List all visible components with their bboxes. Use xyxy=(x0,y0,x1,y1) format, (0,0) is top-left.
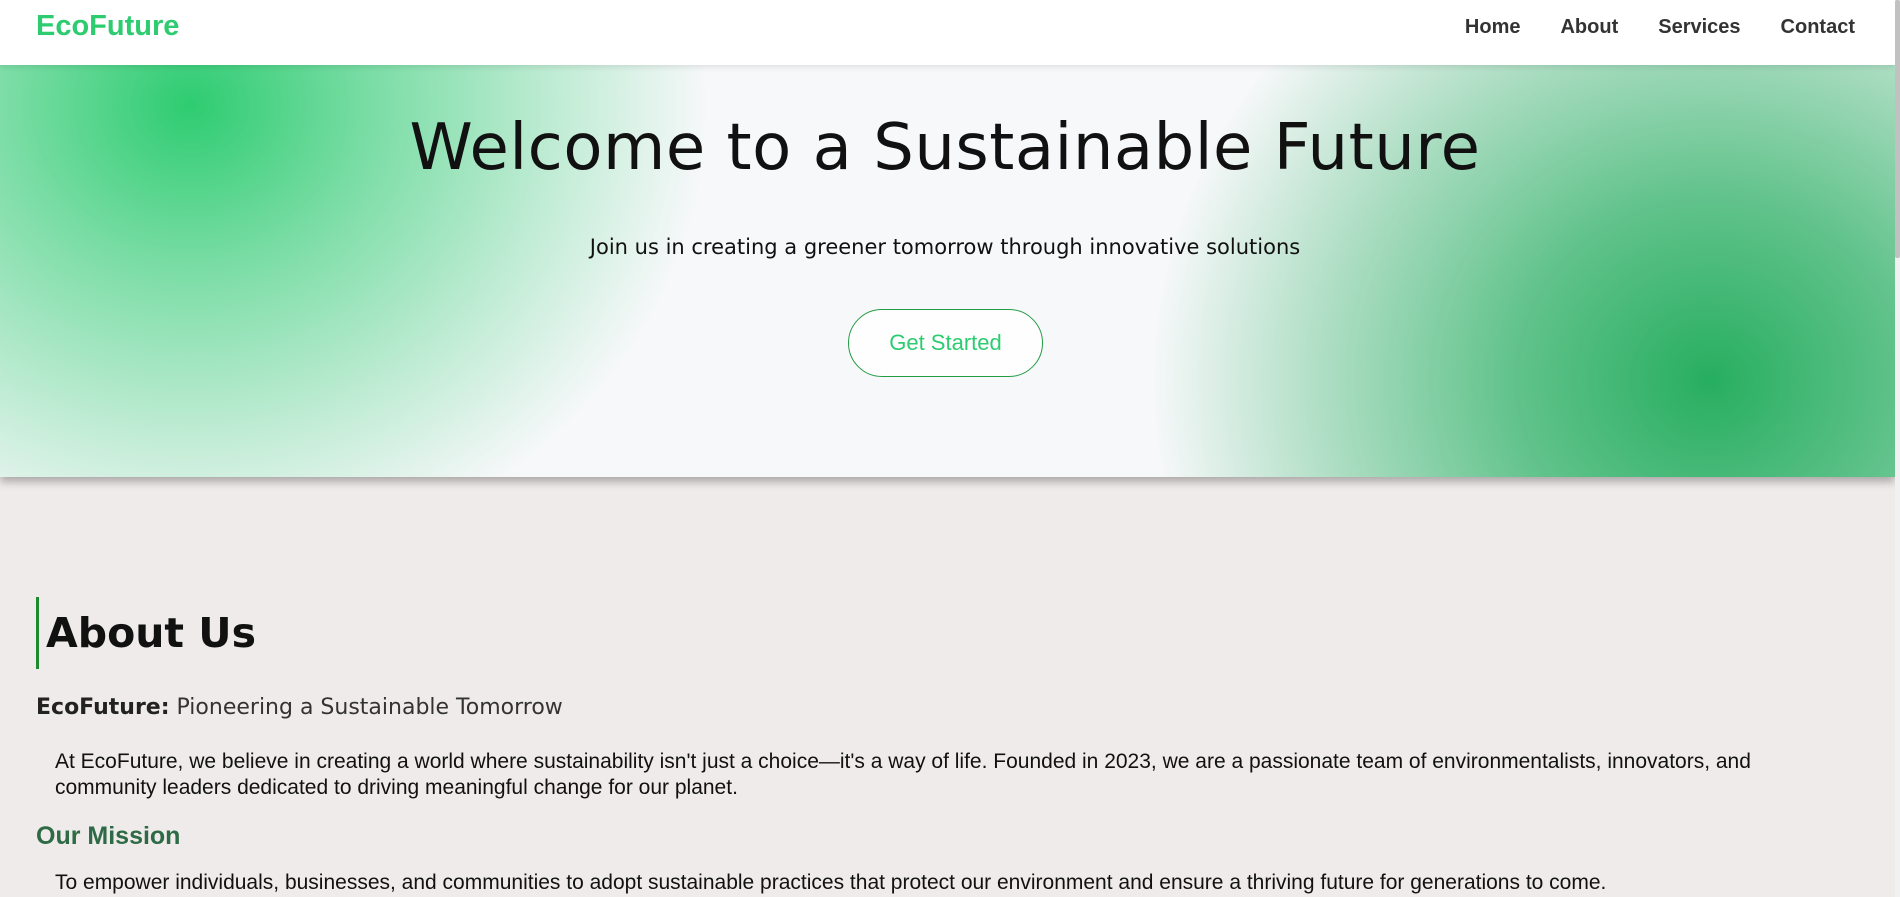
scrollbar-thumb[interactable] xyxy=(1895,0,1900,258)
main-nav: Home About Services Contact xyxy=(1465,16,1855,39)
about-tagline: EcoFuture: Pioneering a Sustainable Tomo… xyxy=(36,695,563,720)
hero-subtitle: Join us in creating a greener tomorrow t… xyxy=(589,235,1301,259)
hero-section: Welcome to a Sustainable Future Join us … xyxy=(0,65,1895,477)
mission-paragraph: To empower individuals, businesses, and … xyxy=(55,871,1607,894)
site-header: EcoFuture Home About Services Contact xyxy=(0,0,1895,65)
logo[interactable]: EcoFuture xyxy=(36,10,179,43)
nav-services-link[interactable]: Services xyxy=(1658,16,1740,39)
tagline-text: Pioneering a Sustainable Tomorrow xyxy=(169,695,563,720)
nav-contact-link[interactable]: Contact xyxy=(1781,16,1855,39)
get-started-button[interactable]: Get Started xyxy=(848,309,1043,377)
tagline-brand: EcoFuture: xyxy=(36,695,170,720)
page-scrollbar[interactable] xyxy=(1895,0,1900,897)
about-section: About Us EcoFuture: Pioneering a Sustain… xyxy=(0,477,1895,897)
page: EcoFuture Home About Services Contact We… xyxy=(0,0,1900,897)
about-paragraph: At EcoFuture, we believe in creating a w… xyxy=(55,750,1751,799)
mission-heading: Our Mission xyxy=(36,822,181,850)
nav-about-link[interactable]: About xyxy=(1560,16,1618,39)
hero-title: Welcome to a Sustainable Future xyxy=(409,111,1481,185)
about-heading: About Us xyxy=(36,597,256,669)
nav-home-link[interactable]: Home xyxy=(1465,16,1521,39)
